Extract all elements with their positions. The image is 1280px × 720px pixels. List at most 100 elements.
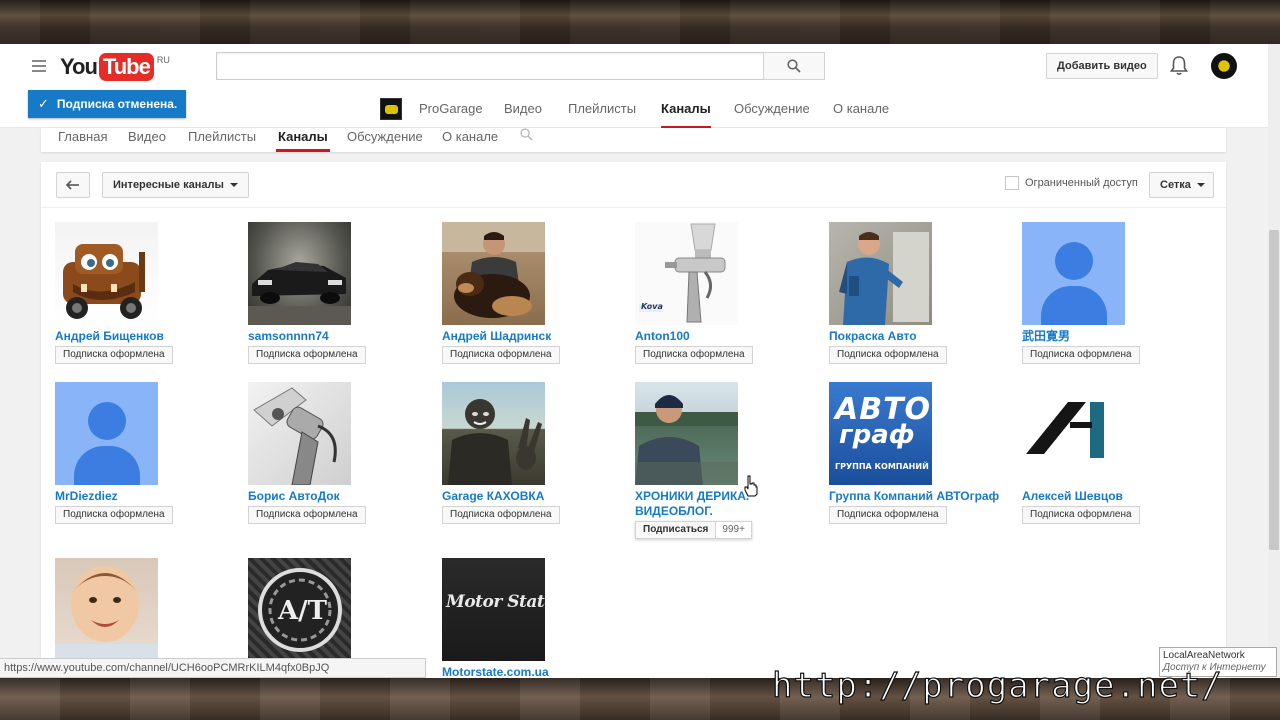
back-button[interactable] bbox=[56, 172, 90, 198]
muddy-man-image bbox=[448, 399, 542, 485]
channel-thumbnail[interactable] bbox=[442, 382, 545, 485]
nav-videos[interactable]: Видео bbox=[504, 101, 542, 116]
channel-search-icon[interactable] bbox=[520, 128, 533, 144]
check-icon: ✓ bbox=[38, 96, 49, 111]
tab-playlists[interactable]: Плейлисты bbox=[188, 129, 256, 144]
masthead: You Tube RU Добавить видео bbox=[0, 44, 1280, 90]
menu-icon[interactable] bbox=[32, 60, 46, 72]
nav-channel-name[interactable]: ProGarage bbox=[419, 101, 483, 116]
view-label: Сетка bbox=[1160, 179, 1191, 191]
channel-name[interactable]: Группа Компаний АВТОграф bbox=[829, 489, 1009, 504]
logo-tube: Tube bbox=[98, 53, 154, 81]
restricted-checkbox[interactable] bbox=[1005, 176, 1019, 190]
channel-name[interactable]: Андрей Бищенков bbox=[55, 329, 235, 344]
view-mode-dropdown[interactable]: Сетка bbox=[1149, 172, 1214, 198]
nav-discussion[interactable]: Обсуждение bbox=[734, 101, 810, 116]
channel-name[interactable]: Motorstate.com.ua bbox=[442, 665, 622, 678]
tab-discussion[interactable]: Обсуждение bbox=[347, 129, 423, 144]
channel-name[interactable]: Алексей Шевцов bbox=[1022, 489, 1202, 504]
nav-channels[interactable]: Каналы bbox=[661, 101, 711, 129]
channel-thumbnail[interactable] bbox=[1022, 382, 1125, 485]
mustang-car-image bbox=[248, 262, 351, 325]
tab-home[interactable]: Главная bbox=[58, 129, 107, 144]
channel-thumbnail[interactable]: A/T bbox=[248, 558, 351, 661]
default-avatar-icon[interactable] bbox=[55, 382, 158, 485]
channel-thumbnail[interactable] bbox=[829, 222, 932, 325]
channel-card: Борис АвтоДок Подписка оформлена bbox=[248, 382, 433, 524]
account-avatar[interactable] bbox=[1211, 53, 1237, 79]
channel-card: Покраска Авто Подписка оформлена bbox=[829, 222, 1014, 364]
logo-region: RU bbox=[156, 55, 170, 65]
restricted-mode-toggle[interactable]: Ограниченный доступ bbox=[1005, 176, 1138, 190]
subscribed-button[interactable]: Подписка оформлена bbox=[829, 506, 947, 524]
subscribe-button[interactable]: Подписаться bbox=[636, 522, 717, 538]
channel-card: Андрей Шадринск Подписка оформлена bbox=[442, 222, 627, 364]
subscribed-button[interactable]: Подписка оформлена bbox=[55, 346, 173, 364]
subscribe-button-group[interactable]: Подписаться 999+ bbox=[635, 521, 752, 539]
avtograf-line3: ГРУППА КОМПАНИЙ bbox=[835, 462, 929, 471]
subscribed-button[interactable]: Подписка оформлена bbox=[635, 346, 753, 364]
subscriber-count: 999+ bbox=[716, 522, 751, 538]
upload-video-button[interactable]: Добавить видео bbox=[1046, 53, 1158, 79]
search-button[interactable] bbox=[763, 52, 825, 80]
channel-thumbnail[interactable]: Motor State bbox=[442, 558, 545, 661]
channel-name[interactable]: Покраска Авто bbox=[829, 329, 1009, 344]
subscribed-button[interactable]: Подписка оформлена bbox=[248, 506, 366, 524]
subscribed-button[interactable]: Подписка оформлена bbox=[829, 346, 947, 364]
channel-card: A/T bbox=[248, 558, 433, 661]
network-name: LocalAreaNetwork bbox=[1163, 650, 1245, 661]
browser-viewport: You Tube RU Добавить видео ✓ Подписка от… bbox=[0, 44, 1280, 678]
channel-thumbnail[interactable] bbox=[248, 222, 351, 325]
channel-avatar-icon[interactable] bbox=[380, 98, 402, 120]
channel-name[interactable]: 武田寛男 bbox=[1022, 329, 1202, 344]
browser-status-bar: https://www.youtube.com/channel/UCH6ooPC… bbox=[0, 658, 426, 678]
channel-thumbnail[interactable] bbox=[248, 382, 351, 485]
channel-thumbnail[interactable] bbox=[55, 558, 158, 661]
channel-name[interactable]: samsonnnn74 bbox=[248, 329, 428, 344]
page-scrollbar[interactable] bbox=[1268, 44, 1280, 678]
unsubscribe-toast: ✓ Подписка отменена. bbox=[28, 90, 186, 118]
nav-playlists[interactable]: Плейлисты bbox=[568, 101, 636, 116]
painter-image bbox=[839, 232, 929, 325]
at-thumb-text: A/T bbox=[278, 596, 328, 626]
channel-thumbnail[interactable]: Kova bbox=[635, 222, 738, 325]
channel-name[interactable]: Борис АвтоДок bbox=[248, 489, 428, 504]
channel-name[interactable]: Андрей Шадринск bbox=[442, 329, 622, 344]
man-by-lake-image bbox=[635, 395, 738, 485]
channels-toolbar: Интересные каналы Ограниченный доступ Се… bbox=[41, 162, 1226, 208]
bell-icon[interactable] bbox=[1170, 55, 1188, 77]
default-avatar-icon[interactable] bbox=[1022, 222, 1125, 325]
tab-videos[interactable]: Видео bbox=[128, 129, 166, 144]
tab-channels[interactable]: Каналы bbox=[276, 129, 330, 152]
motorstate-thumb-text: Motor State bbox=[446, 592, 545, 612]
channel-name[interactable]: Anton100 bbox=[635, 329, 815, 344]
tab-about[interactable]: О канале bbox=[442, 129, 498, 144]
channels-filter-dropdown[interactable]: Интересные каналы bbox=[102, 172, 249, 198]
subscribed-button[interactable]: Подписка оформлена bbox=[1022, 346, 1140, 364]
channel-thumbnail[interactable]: АВТО граф ГРУППА КОМПАНИЙ bbox=[829, 382, 932, 485]
channel-thumbnail[interactable] bbox=[442, 222, 545, 325]
tow-truck-image bbox=[63, 244, 145, 319]
channel-card: MrDiezdiez Подписка оформлена bbox=[55, 382, 240, 524]
avtograf-line2: граф bbox=[839, 420, 915, 450]
youtube-logo[interactable]: You Tube RU bbox=[60, 53, 170, 81]
subscribed-button[interactable]: Подписка оформлена bbox=[442, 346, 560, 364]
channel-name[interactable]: MrDiezdiez bbox=[55, 489, 235, 504]
subscribed-button[interactable]: Подписка оформлена bbox=[442, 506, 560, 524]
channel-thumbnail[interactable] bbox=[55, 222, 158, 325]
subscribed-button[interactable]: Подписка оформлена bbox=[55, 506, 173, 524]
search-icon bbox=[787, 59, 801, 73]
subscribed-button[interactable]: Подписка оформлена bbox=[1022, 506, 1140, 524]
channel-name[interactable]: Garage КАХОВКА bbox=[442, 489, 622, 504]
channel-card: 武田寛男 Подписка оформлена bbox=[1022, 222, 1207, 364]
subscribed-button[interactable]: Подписка оформлена bbox=[248, 346, 366, 364]
channel-card: АВТО граф ГРУППА КОМПАНИЙ Группа Компани… bbox=[829, 382, 1014, 524]
channel-thumbnail[interactable] bbox=[635, 382, 738, 485]
scrollbar-thumb[interactable] bbox=[1269, 230, 1279, 550]
channel-card: Motor State Motorstate.com.ua bbox=[442, 558, 627, 678]
baby-image bbox=[55, 566, 158, 661]
channel-card: Kova Anton100 Подписка оформлена bbox=[635, 222, 820, 364]
hand-cursor-icon bbox=[744, 475, 758, 497]
nav-about[interactable]: О канале bbox=[833, 101, 889, 116]
search-input[interactable] bbox=[216, 52, 764, 80]
